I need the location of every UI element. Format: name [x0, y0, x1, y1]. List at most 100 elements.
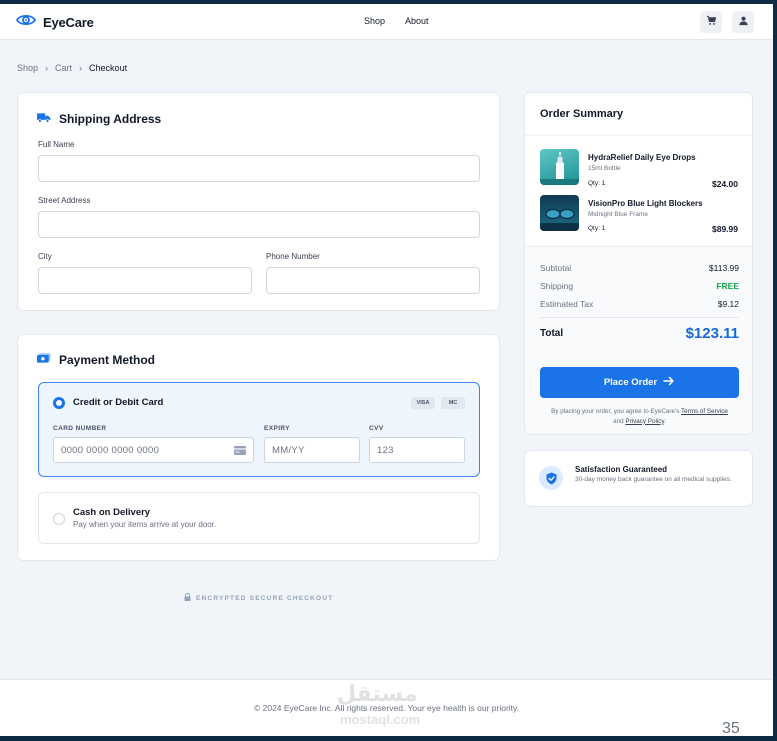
chevron-right-icon: ›	[45, 63, 49, 73]
breadcrumb-shop[interactable]: Shop	[17, 63, 38, 73]
item-name[interactable]: HydraRelief Daily Eye Drops	[588, 153, 696, 162]
shipping-label: Shipping	[540, 281, 574, 291]
main-nav: Shop About	[364, 16, 429, 26]
lock-icon	[184, 592, 191, 603]
card-number-input[interactable]: 0000 0000 0000 0000	[53, 437, 254, 463]
full-name-label: Full Name	[38, 140, 75, 149]
phone-input[interactable]	[266, 267, 480, 294]
shipping-address-card: Shipping Address Full Name Street Addres…	[17, 92, 500, 311]
credit-card-icon	[234, 446, 246, 458]
watermark-latin: mostaql.com	[340, 712, 421, 727]
cvv-placeholder: 123	[377, 445, 394, 456]
terms-notice: By placing your order, you agree to EyeC…	[545, 407, 734, 426]
guarantee-title: Satisfaction Guaranteed	[575, 465, 668, 474]
nav-shop[interactable]: Shop	[364, 16, 385, 26]
cod-option-label: Cash on Delivery	[73, 507, 151, 518]
shipping-row: Shipping FREE	[540, 281, 739, 291]
arrow-right-icon	[663, 376, 675, 389]
privacy-policy-link[interactable]: Privacy Policy	[625, 418, 664, 425]
card-number-label: CARD NUMBER	[53, 425, 107, 432]
full-name-input[interactable]	[38, 155, 480, 182]
card-option-label: Credit or Debit Card	[73, 397, 164, 408]
divider	[540, 317, 739, 318]
payment-title-text: Payment Method	[59, 353, 156, 367]
subtotal-label: Subtotal	[540, 263, 572, 273]
tax-row: Estimated Tax $9.12	[540, 299, 739, 309]
cod-option-radio[interactable]	[53, 513, 65, 525]
glasses-thumbnail[interactable]	[540, 195, 579, 231]
cvv-input[interactable]: 123	[369, 437, 465, 463]
city-label: City	[38, 252, 52, 261]
mastercard-badge: MC	[441, 397, 465, 409]
nav-about[interactable]: About	[405, 16, 429, 26]
payments-icon	[37, 353, 51, 367]
terms-suffix: .	[664, 417, 666, 425]
guarantee-text: 30-day money back guarantee on all medic…	[575, 476, 732, 483]
item-name[interactable]: VisionPro Blue Light Blockers	[588, 199, 703, 208]
cart-icon	[706, 13, 717, 31]
expiry-input[interactable]: MM/YY	[264, 437, 360, 463]
checkout-page: EyeCare Shop About Shop › Cart › Checkou…	[0, 4, 773, 736]
city-input[interactable]	[38, 267, 252, 294]
eye-icon	[15, 12, 37, 33]
shipping-title: Shipping Address	[37, 112, 161, 126]
subtotal-value: $113.99	[708, 263, 739, 273]
eye-drops-thumbnail[interactable]	[540, 149, 579, 185]
phone-label: Phone Number	[266, 252, 320, 261]
shipping-title-text: Shipping Address	[59, 112, 162, 126]
terms-of-service-link[interactable]: Terms of Service	[681, 408, 728, 415]
divider	[525, 135, 752, 136]
cvv-label: CVV	[369, 425, 384, 432]
tax-value: $9.12	[717, 299, 739, 309]
user-icon	[738, 13, 749, 31]
breadcrumb: Shop › Cart › Checkout	[17, 63, 127, 73]
terms-prefix: By placing your order, you agree to EyeC…	[551, 408, 680, 415]
payment-title: Payment Method	[37, 353, 155, 367]
item-price: $24.00	[712, 179, 738, 189]
visa-badge: VISA	[411, 397, 435, 409]
street-address-input[interactable]	[38, 211, 480, 238]
card-payment-option[interactable]: Credit or Debit Card VISA MC CARD NUMBER…	[38, 382, 480, 477]
item-price: $89.99	[712, 224, 738, 234]
top-navbar: EyeCare Shop About	[0, 4, 773, 40]
account-button[interactable]	[732, 11, 754, 33]
brand-logo[interactable]: EyeCare	[15, 12, 94, 33]
breadcrumb-current: Checkout	[89, 63, 128, 73]
place-order-button[interactable]: Place Order	[540, 367, 739, 398]
total-row: Total $123.11	[540, 325, 739, 342]
cod-option-subtext: Pay when your items arrive at your door.	[73, 520, 217, 529]
cart-button[interactable]	[700, 11, 722, 33]
order-summary-card: Order Summary HydraRelief Daily Eye Drop…	[524, 92, 753, 435]
breadcrumb-cart[interactable]: Cart	[55, 63, 72, 73]
tax-label: Estimated Tax	[540, 299, 594, 309]
card-option-radio[interactable]	[53, 397, 65, 409]
item-variant: Midnight Blue Frame	[588, 211, 648, 218]
item-quantity: Qty: 1	[588, 180, 606, 187]
street-address-label: Street Address	[38, 196, 91, 205]
total-label: Total	[540, 328, 564, 339]
item-quantity: Qty: 1	[588, 225, 606, 232]
watermark-arabic: مستقل	[337, 682, 418, 707]
expiry-label: EXPIRY	[264, 425, 291, 432]
subtotal-row: Subtotal $113.99	[540, 263, 739, 273]
terms-and: and	[613, 417, 624, 425]
shield-icon	[539, 466, 563, 490]
shipping-value: FREE	[716, 281, 739, 291]
cod-payment-option[interactable]: Cash on Delivery Pay when your items arr…	[38, 492, 480, 544]
page-number: 35	[722, 720, 740, 736]
item-variant: 15ml Bottle	[588, 165, 621, 172]
guarantee-card: Satisfaction Guaranteed 30-day money bac…	[524, 450, 753, 507]
brand-name: EyeCare	[43, 15, 94, 30]
truck-icon	[37, 112, 51, 126]
order-summary-title: Order Summary	[540, 108, 624, 120]
expiry-placeholder: MM/YY	[272, 445, 305, 456]
totals-section: Subtotal $113.99 Shipping FREE Estimated…	[525, 246, 752, 434]
secure-checkout-note: ENCRYPTED SECURE CHECKOUT	[184, 592, 334, 603]
page-footer: © 2024 EyeCare Inc. All rights reserved.…	[0, 679, 773, 736]
chevron-right-icon: ›	[79, 63, 83, 73]
card-number-placeholder: 0000 0000 0000 0000	[61, 445, 160, 456]
place-order-label: Place Order	[603, 377, 658, 388]
secure-checkout-text: ENCRYPTED SECURE CHECKOUT	[196, 594, 334, 602]
total-value: $123.11	[685, 325, 739, 342]
payment-method-card: Payment Method Credit or Debit Card VISA…	[17, 334, 500, 561]
